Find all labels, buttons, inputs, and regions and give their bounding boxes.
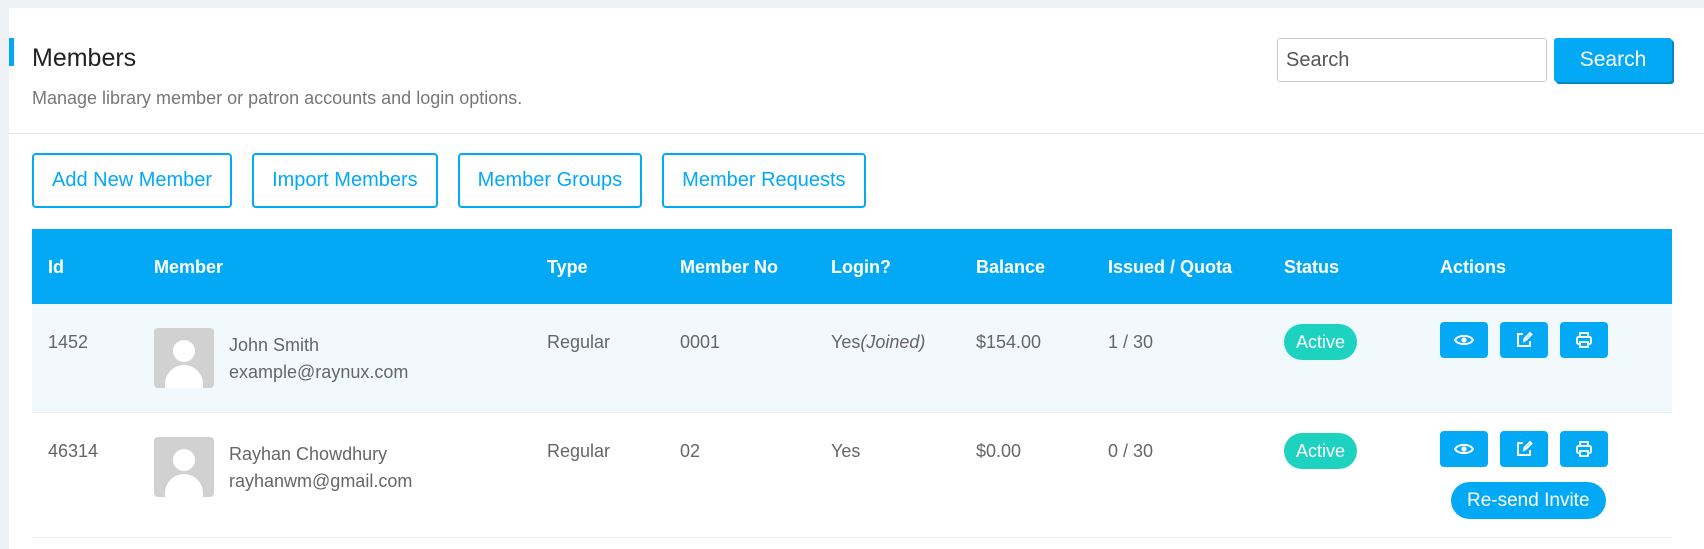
page-title: Members bbox=[32, 44, 137, 72]
member-type: Regular bbox=[547, 441, 611, 461]
table-header: Id Member Type Member No Login? Balance … bbox=[32, 229, 1672, 304]
member-name[interactable]: John Smith bbox=[229, 332, 408, 359]
title-accent-bar bbox=[9, 38, 14, 66]
column-header-id[interactable]: Id bbox=[48, 257, 64, 278]
edit-icon bbox=[1517, 331, 1533, 347]
member-email: example@raynux.com bbox=[229, 362, 409, 382]
avatar bbox=[154, 437, 214, 497]
avatar bbox=[154, 328, 214, 388]
member-info: John Smith example@raynux.com bbox=[229, 332, 408, 386]
eye-icon bbox=[1454, 443, 1474, 455]
member-number: 0001 bbox=[680, 332, 721, 352]
column-header-type[interactable]: Type bbox=[547, 257, 588, 278]
member-actions-toolbar: Add New Member Import Members Member Gro… bbox=[32, 153, 866, 208]
eye-icon bbox=[1454, 334, 1474, 346]
printer-icon bbox=[1576, 332, 1592, 348]
member-groups-button[interactable]: Member Groups bbox=[457, 153, 643, 208]
column-header-actions: Actions bbox=[1440, 257, 1507, 277]
member-issued-quota: 0 / 30 bbox=[1108, 441, 1154, 461]
view-member-button[interactable] bbox=[1440, 322, 1488, 358]
member-number: 02 bbox=[680, 441, 701, 461]
table-row: 1452 John Smith example@raynux.com Regul… bbox=[32, 304, 1672, 413]
member-balance: $154.00 bbox=[976, 332, 1042, 352]
view-member-button[interactable] bbox=[1440, 431, 1488, 467]
status-badge: Active bbox=[1284, 324, 1358, 360]
column-header-member-no[interactable]: Member No bbox=[680, 257, 778, 278]
import-members-button[interactable]: Import Members bbox=[252, 153, 438, 208]
print-member-button[interactable] bbox=[1560, 322, 1608, 358]
status-badge: Active bbox=[1284, 433, 1358, 469]
member-id: 1452 bbox=[48, 332, 89, 352]
edit-member-button[interactable] bbox=[1500, 322, 1548, 358]
print-member-button[interactable] bbox=[1560, 431, 1608, 467]
column-header-login[interactable]: Login? bbox=[831, 257, 891, 278]
login-value: Yes bbox=[831, 332, 861, 352]
edit-member-button[interactable] bbox=[1500, 431, 1548, 467]
member-email: rayhanwm@gmail.com bbox=[229, 471, 413, 491]
login-value: Yes bbox=[831, 441, 861, 461]
page-subtitle: Manage library member or patron accounts… bbox=[32, 88, 523, 108]
table-row: 46314 Rayhan Chowdhury rayhanwm@gmail.co… bbox=[32, 413, 1672, 538]
search-button[interactable]: Search bbox=[1554, 38, 1672, 82]
edit-icon bbox=[1517, 440, 1533, 456]
members-table: Id Member Type Member No Login? Balance … bbox=[32, 229, 1672, 538]
member-id: 46314 bbox=[48, 441, 99, 461]
printer-icon bbox=[1576, 441, 1592, 457]
column-header-issued-quota[interactable]: Issued / Quota bbox=[1108, 257, 1232, 278]
column-header-member[interactable]: Member bbox=[154, 257, 223, 278]
page-header: Members Manage library member or patron … bbox=[9, 8, 1704, 134]
login-note: (Joined) bbox=[860, 332, 926, 352]
member-info: Rayhan Chowdhury rayhanwm@gmail.com bbox=[229, 441, 412, 495]
member-issued-quota: 1 / 30 bbox=[1108, 332, 1154, 352]
column-header-status[interactable]: Status bbox=[1284, 257, 1339, 278]
column-header-balance[interactable]: Balance bbox=[976, 257, 1045, 278]
member-balance: $0.00 bbox=[976, 441, 1022, 461]
member-login: Yes(Joined) bbox=[831, 332, 925, 353]
search-input[interactable] bbox=[1277, 38, 1547, 82]
resend-invite-button[interactable]: Re-send Invite bbox=[1451, 482, 1606, 519]
member-type: Regular bbox=[547, 332, 611, 352]
member-login: Yes bbox=[831, 441, 860, 462]
add-new-member-button[interactable]: Add New Member bbox=[32, 153, 233, 208]
member-name[interactable]: Rayhan Chowdhury bbox=[229, 441, 412, 468]
members-panel: Members Manage library member or patron … bbox=[9, 8, 1704, 549]
member-requests-button[interactable]: Member Requests bbox=[662, 153, 866, 208]
